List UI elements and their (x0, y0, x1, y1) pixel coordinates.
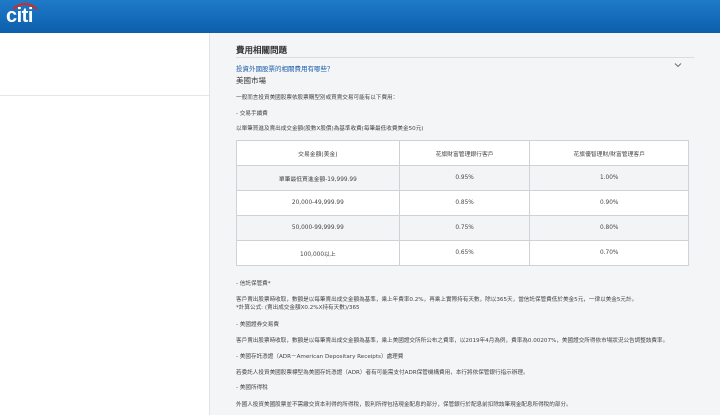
column-header: 交易金額(美金) (236, 140, 400, 166)
income-tax-description: 外國人投資美國股票並不需繳交資本利得的所得稅，股利所得包括現金配息的部分，保管銀… (236, 402, 572, 408)
chevron-down-icon[interactable] (674, 61, 682, 69)
table-row: 單筆最低買進金額-19,999.99 0.95% 1.00% (236, 165, 689, 191)
table-cell: 100,000以上 (236, 240, 400, 266)
faq-question-link[interactable]: 投資外國股票的相關費用有哪些？ (236, 63, 334, 73)
sidebar-divider (0, 95, 209, 96)
custody-fee-label: - 信託保管費* (236, 281, 271, 287)
table-cell: 0.80% (529, 215, 689, 241)
table-cell: 0.95% (398, 165, 531, 191)
adr-fee-description: 若委託人投資美國股票標型為美國存託憑證（ADR）者有可能需支付ADR保管機構費用… (236, 370, 529, 376)
fee-label: - 交易手續費 (236, 111, 268, 117)
income-tax-label: - 美國所得稅 (236, 385, 268, 391)
fee-table: 交易金額(美金) 花旗財富管理銀行客戶 花旗優智理財/財富管理客戶 單筆最低買進… (236, 140, 689, 266)
table-row: 100,000以上 0.65% 0.70% (236, 240, 689, 266)
fee-description: 以單筆買進及賣出成交金額(股數X股價)為基準收費(每筆最低收費美金50元) (236, 126, 424, 132)
intro-text: 一般而言投資美國股票依股票購型別或買賣交易可能有以下費用： (236, 95, 399, 101)
custody-fee-formula: *計算公式: (賣出成交金額X0.2%X持有天數)/365 (236, 305, 360, 311)
sidebar (0, 33, 210, 415)
market-title: 美國市場 (236, 76, 266, 85)
sec-fee-description: 客戶賣出股票時收取，數額是以每筆賣出成交金額為基準，乘上美國證交所所公布之費率，… (236, 338, 669, 344)
adr-fee-label: - 美國存託憑證（ADR－American Depositary Receipt… (236, 354, 404, 360)
table-cell: 單筆最低買進金額-19,999.99 (236, 165, 400, 191)
table-cell: 50,000-99,999.99 (236, 215, 400, 241)
table-cell: 0.70% (529, 240, 689, 266)
sec-fee-label: - 美國證券交易費 (236, 322, 279, 328)
table-cell: 1.00% (529, 165, 689, 191)
column-header: 花旗優智理財/財富管理客戶 (529, 140, 689, 166)
table-cell: 20,000-49,999.99 (236, 190, 400, 216)
table-row: 20,000-49,999.99 0.85% 0.90% (236, 190, 689, 216)
table-cell: 0.65% (398, 240, 531, 266)
table-cell: 0.85% (398, 190, 531, 216)
table-header-row: 交易金額(美金) 花旗財富管理銀行客戶 花旗優智理財/財富管理客戶 (236, 140, 689, 166)
custody-fee-description: 客戶賣出股票時收取，數額是以每筆賣出成交金額為基準，乘上年費率0.2%，再乘上實… (236, 297, 638, 303)
logo-arc-icon (12, 3, 38, 10)
top-header-bar: citi (0, 0, 720, 33)
section-divider (236, 57, 694, 58)
section-title: 費用相關問題 (236, 46, 288, 56)
table-row: 50,000-99,999.99 0.75% 0.80% (236, 215, 689, 241)
table-cell: 0.90% (529, 190, 689, 216)
column-header: 花旗財富管理銀行客戶 (398, 140, 531, 166)
table-cell: 0.75% (398, 215, 531, 241)
citi-logo[interactable]: citi (6, 3, 38, 28)
